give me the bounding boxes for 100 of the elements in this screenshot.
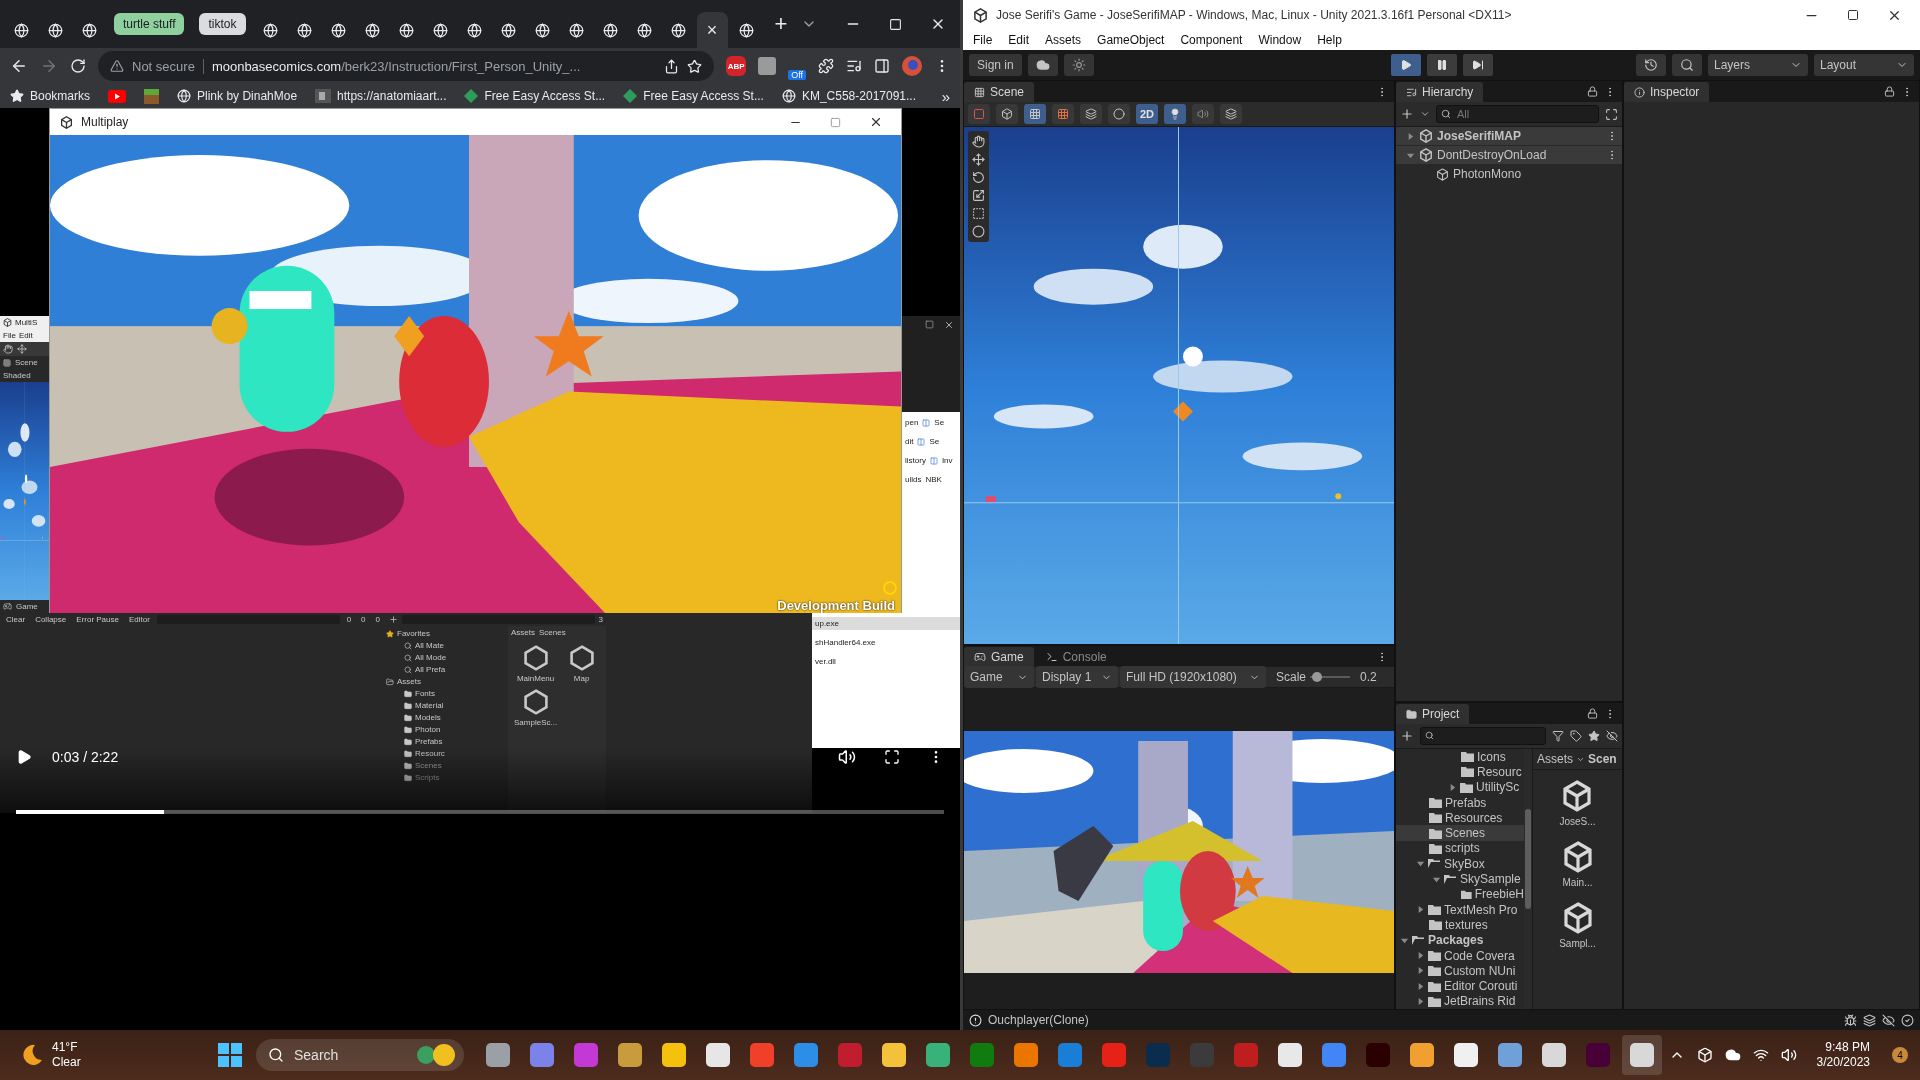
tree-item[interactable]: All Prefa xyxy=(386,664,508,675)
bookmark[interactable]: Bookmarks xyxy=(10,89,91,103)
console-button[interactable]: Clear xyxy=(3,615,29,624)
status-message: Ouchplayer(Clone) xyxy=(988,1013,1089,1027)
sign-in-button[interactable]: Sign in xyxy=(969,54,1022,76)
inspector-tab[interactable]: Inspector xyxy=(1624,82,1710,102)
editor-label: listory xyxy=(905,456,926,465)
hierarchy-tab[interactable]: Hierarchy xyxy=(1396,82,1484,102)
folder-item[interactable]: Editor Corouti xyxy=(1396,978,1524,994)
folder-item[interactable]: Icons xyxy=(1396,749,1524,765)
folder-item[interactable]: Prefabs xyxy=(1396,794,1524,811)
log-count[interactable]: 0 xyxy=(372,615,383,624)
breadcrumb-item[interactable]: Assets xyxy=(1537,752,1573,766)
folder-item[interactable]: Resourc xyxy=(1396,764,1524,780)
folder-item[interactable]: UtilitySc xyxy=(1396,779,1524,795)
notification-badge[interactable]: 4 xyxy=(1892,1047,1908,1063)
tree-item[interactable]: Resourc xyxy=(386,748,508,759)
breadcrumb-item[interactable]: Scen xyxy=(1588,752,1617,766)
editor-label: ver.dll xyxy=(815,657,836,666)
tree-item[interactable]: All Mate xyxy=(386,640,508,651)
log-count[interactable]: 0 xyxy=(358,615,369,624)
console-button[interactable]: Editor xyxy=(125,615,153,624)
status-badge[interactable]: Off xyxy=(788,70,806,80)
tab-group-label[interactable]: tiktok xyxy=(199,13,246,35)
tab-group-label[interactable]: turtle stuff xyxy=(114,13,185,35)
folder-item[interactable]: JetBrains Rid xyxy=(1396,993,1524,1009)
clock-date[interactable]: 3/20/2023 xyxy=(1816,1055,1870,1070)
editor-label: Se xyxy=(934,418,945,427)
folder-item[interactable]: FreebieH xyxy=(1396,886,1524,902)
project-tab[interactable]: Project xyxy=(1396,704,1470,724)
folder-item[interactable]: Packages xyxy=(1396,932,1524,948)
menu-item[interactable]: File xyxy=(973,33,993,47)
window-title: Multiplay xyxy=(81,115,129,129)
editor-label: Scene xyxy=(15,358,38,367)
folder-item[interactable]: textures xyxy=(1396,917,1524,933)
hierarchy-item[interactable]: JoseSerifiMAP xyxy=(1396,127,1622,146)
2d-toggle[interactable]: 2D xyxy=(1136,104,1159,124)
new-tab-button[interactable]: + xyxy=(774,11,788,37)
editor-label: shHandler64.exe xyxy=(815,638,876,647)
folder-item[interactable]: Custom NUni xyxy=(1396,963,1524,979)
browser-tab[interactable]: × xyxy=(696,12,728,48)
folder-item[interactable]: SkySample xyxy=(1396,871,1524,887)
console-button[interactable]: Collapse xyxy=(32,615,70,624)
tree-item[interactable]: Material xyxy=(386,700,508,711)
hierarchy-item[interactable]: DontDestroyOnLoad xyxy=(1396,146,1622,165)
scene-file[interactable]: Sampl... xyxy=(1559,902,1596,949)
bookmark[interactable]: Free Easy Access St... xyxy=(464,89,606,103)
panel-tab[interactable]: Game xyxy=(964,647,1034,667)
editor-label: MultiS xyxy=(15,318,38,327)
bookmark[interactable]: KM_C558-2017091... xyxy=(781,89,916,103)
tree-item[interactable]: Favorites xyxy=(386,628,508,639)
menu-item[interactable]: GameObject xyxy=(1097,33,1165,47)
scene-file[interactable]: JoseS... xyxy=(1559,780,1596,827)
editor-label: Edit xyxy=(18,331,33,340)
scene-file[interactable]: Main... xyxy=(1561,841,1594,888)
menu-item[interactable]: Assets xyxy=(1045,33,1082,47)
temperature: 41°F xyxy=(52,1040,79,1055)
weather-condition: Clear xyxy=(52,1055,81,1070)
address-bar[interactable]: Not secure moonbasecomics.com/berk23/Instruction/First_Person_Unity_... xyxy=(98,51,715,81)
more-bookmarks-button[interactable]: » xyxy=(941,87,950,105)
editor-label: 3 xyxy=(598,615,603,624)
menu-item[interactable]: Window xyxy=(1258,33,1302,47)
tree-item[interactable]: Fonts xyxy=(386,688,508,699)
layers-dropdown[interactable]: Layers xyxy=(1708,54,1808,76)
display-dropdown[interactable]: Display 1 xyxy=(1036,666,1118,688)
console-button[interactable]: Error Pause xyxy=(73,615,122,624)
menu-item[interactable]: Edit xyxy=(1008,33,1030,47)
menu-item[interactable]: Component xyxy=(1180,33,1243,47)
tree-item[interactable]: Scenes xyxy=(386,760,508,771)
clock-time[interactable]: 9:48 PM xyxy=(1825,1040,1870,1055)
log-count[interactable]: 0 xyxy=(343,615,355,624)
view-dropdown[interactable]: Game xyxy=(964,666,1034,688)
tree-item[interactable]: Photon xyxy=(386,724,508,735)
adblock-badge[interactable]: ABP xyxy=(726,56,747,76)
tree-item[interactable]: Prefabs xyxy=(386,736,508,747)
search-field[interactable]: All xyxy=(1436,105,1599,123)
editor-label: SampleSc... xyxy=(514,718,558,727)
resolution-dropdown[interactable]: Full HD (1920x1080) xyxy=(1120,666,1266,688)
folder-item[interactable]: SkyBox xyxy=(1396,856,1524,872)
folder-item[interactable]: Resources xyxy=(1396,810,1524,826)
url-text: moonbasecomics.com/berk23/Instruction/First_Person_Unity_... xyxy=(211,58,582,74)
tree-item[interactable]: All Mode xyxy=(386,652,508,663)
window-title: Jose Serifi's Game - JoseSerifiMAP - Windows, Mac, Linux - Unity 2021.3.16f1 Personal <DX11> xyxy=(996,8,1512,22)
scene-tab[interactable]: Scene xyxy=(964,82,1035,102)
bookmark[interactable]: Free Easy Access St... xyxy=(623,89,764,103)
folder-item[interactable]: TextMesh Pro xyxy=(1396,901,1524,918)
editor-label: File xyxy=(3,331,16,340)
scale-label: Scale xyxy=(1275,670,1308,684)
tree-item[interactable]: Assets xyxy=(386,676,508,687)
editor-label: Se xyxy=(929,437,940,446)
editor-label: NBK xyxy=(925,475,942,484)
folder-item[interactable]: Scenes xyxy=(1396,825,1524,841)
folder-item[interactable]: scripts xyxy=(1396,840,1524,857)
bookmark[interactable]: Plink by DinahMoe xyxy=(177,89,298,103)
hierarchy-item[interactable]: PhotonMono xyxy=(1396,165,1622,184)
folder-item[interactable]: Code Covera xyxy=(1396,947,1524,964)
bookmark[interactable]: https://anatomiaart... xyxy=(315,89,447,103)
layout-dropdown[interactable]: Layout xyxy=(1814,54,1914,76)
tree-item[interactable]: Models xyxy=(386,712,508,723)
menu-item[interactable]: Help xyxy=(1317,33,1342,47)
